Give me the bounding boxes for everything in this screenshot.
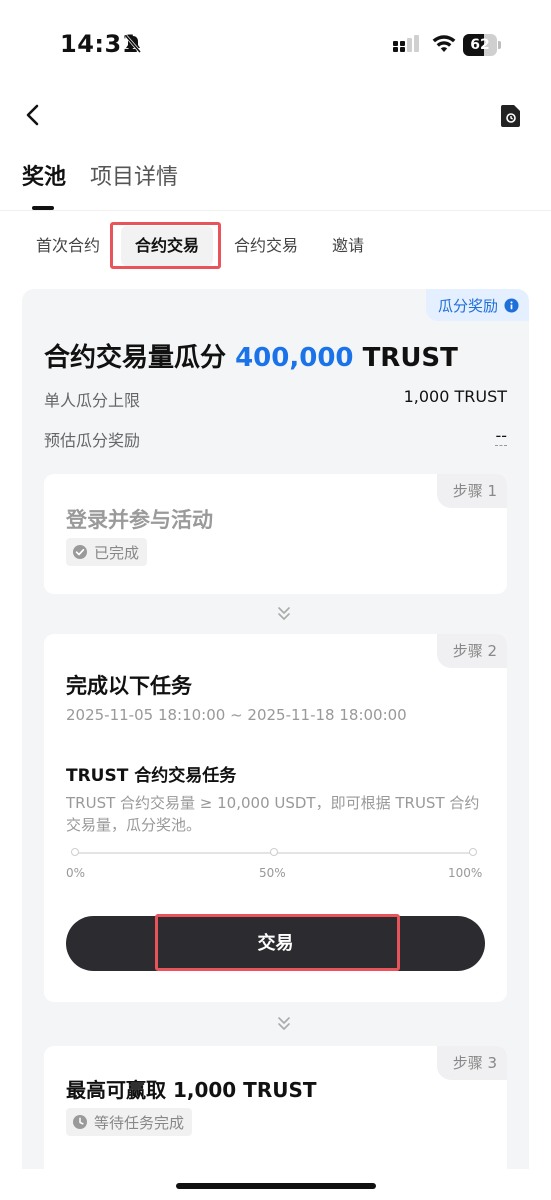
- step-3-tag: 步骤 3: [436, 1046, 507, 1080]
- battery-level: 62: [470, 37, 490, 53]
- estimated-reward-label: 预估瓜分奖励: [44, 431, 141, 450]
- status-bar: 14:31 62: [0, 0, 551, 90]
- split-reward-badge[interactable]: 瓜分奖励: [425, 289, 529, 321]
- pool-title: 合约交易量瓜分 400,000 TRUST: [44, 343, 458, 373]
- max-per-user-value: 1,000 TRUST: [403, 387, 507, 406]
- subtab-contract-trading[interactable]: 合约交易: [234, 226, 298, 266]
- subtab-invite[interactable]: 邀请: [332, 226, 364, 266]
- progress-label-100: 100%: [448, 866, 483, 880]
- pool-token: TRUST: [362, 343, 458, 373]
- home-indicator[interactable]: [176, 1183, 376, 1189]
- step-1-status-chip: 已完成: [66, 538, 148, 566]
- history-document-icon[interactable]: [500, 104, 522, 128]
- step-3-title: 最高可赢取 1,000 TRUST: [66, 1078, 317, 1102]
- battery-indicator: 62: [463, 34, 501, 56]
- task-description: TRUST 合约交易量 ≥ 10,000 USDT，即可根据 TRUST 合约交…: [66, 794, 480, 834]
- progress-marker-50: [270, 848, 278, 856]
- subtab-first-contract[interactable]: 首次合约: [36, 226, 100, 266]
- tabs-divider: [0, 210, 551, 211]
- step-3-card: 步骤 3 最高可赢取 1,000 TRUST 等待任务完成: [44, 1046, 507, 1169]
- wifi-icon: [432, 35, 456, 52]
- main-tabs: 奖池 项目详情: [22, 160, 178, 210]
- cellular-signal-icon: [393, 35, 419, 52]
- pool-amount: 400,000: [235, 343, 354, 373]
- back-chevron-icon[interactable]: [22, 102, 44, 128]
- progress-marker-0: [71, 848, 79, 856]
- bell-muted-icon: [124, 35, 142, 53]
- task-title: TRUST 合约交易任务: [66, 766, 237, 786]
- step-2-title: 完成以下任务: [66, 674, 192, 698]
- estimated-reward-value[interactable]: --: [495, 427, 507, 446]
- clock-icon: [73, 1115, 87, 1129]
- step-1-tag: 步骤 1: [436, 474, 507, 508]
- chevrons-down-icon: [278, 1017, 290, 1030]
- step-2-tag: 步骤 2: [436, 634, 507, 668]
- step-1-title: 登录并参与活动: [66, 508, 213, 532]
- highlight-box-trade-button: [155, 914, 400, 971]
- info-icon[interactable]: [504, 297, 519, 313]
- prize-pool-card: 瓜分奖励 合约交易量瓜分 400,000 TRUST 单人瓜分上限 1,000 …: [22, 289, 529, 1169]
- max-per-user-label: 单人瓜分上限: [44, 391, 141, 410]
- progress-label-0: 0%: [66, 866, 86, 880]
- check-circle-icon: [73, 545, 87, 559]
- chevrons-down-icon: [278, 607, 290, 620]
- progress-label-50: 50%: [259, 866, 286, 880]
- step-1-card: 步骤 1 登录并参与活动 已完成: [44, 474, 507, 594]
- highlight-box-subtab: [110, 222, 221, 269]
- screen: 14:31 62 奖池 项目详情 首次合约 合约交易 合约交易 邀请 瓜分奖励 …: [0, 0, 551, 1200]
- tab-project-details[interactable]: 项目详情: [90, 160, 178, 210]
- step-3-status-chip: 等待任务完成: [66, 1108, 193, 1136]
- tab-prize-pool[interactable]: 奖池: [22, 160, 66, 210]
- progress-marker-100: [469, 848, 477, 856]
- task-date-range: 2025-11-05 18:10:00 ~ 2025-11-18 18:00:0…: [66, 706, 407, 724]
